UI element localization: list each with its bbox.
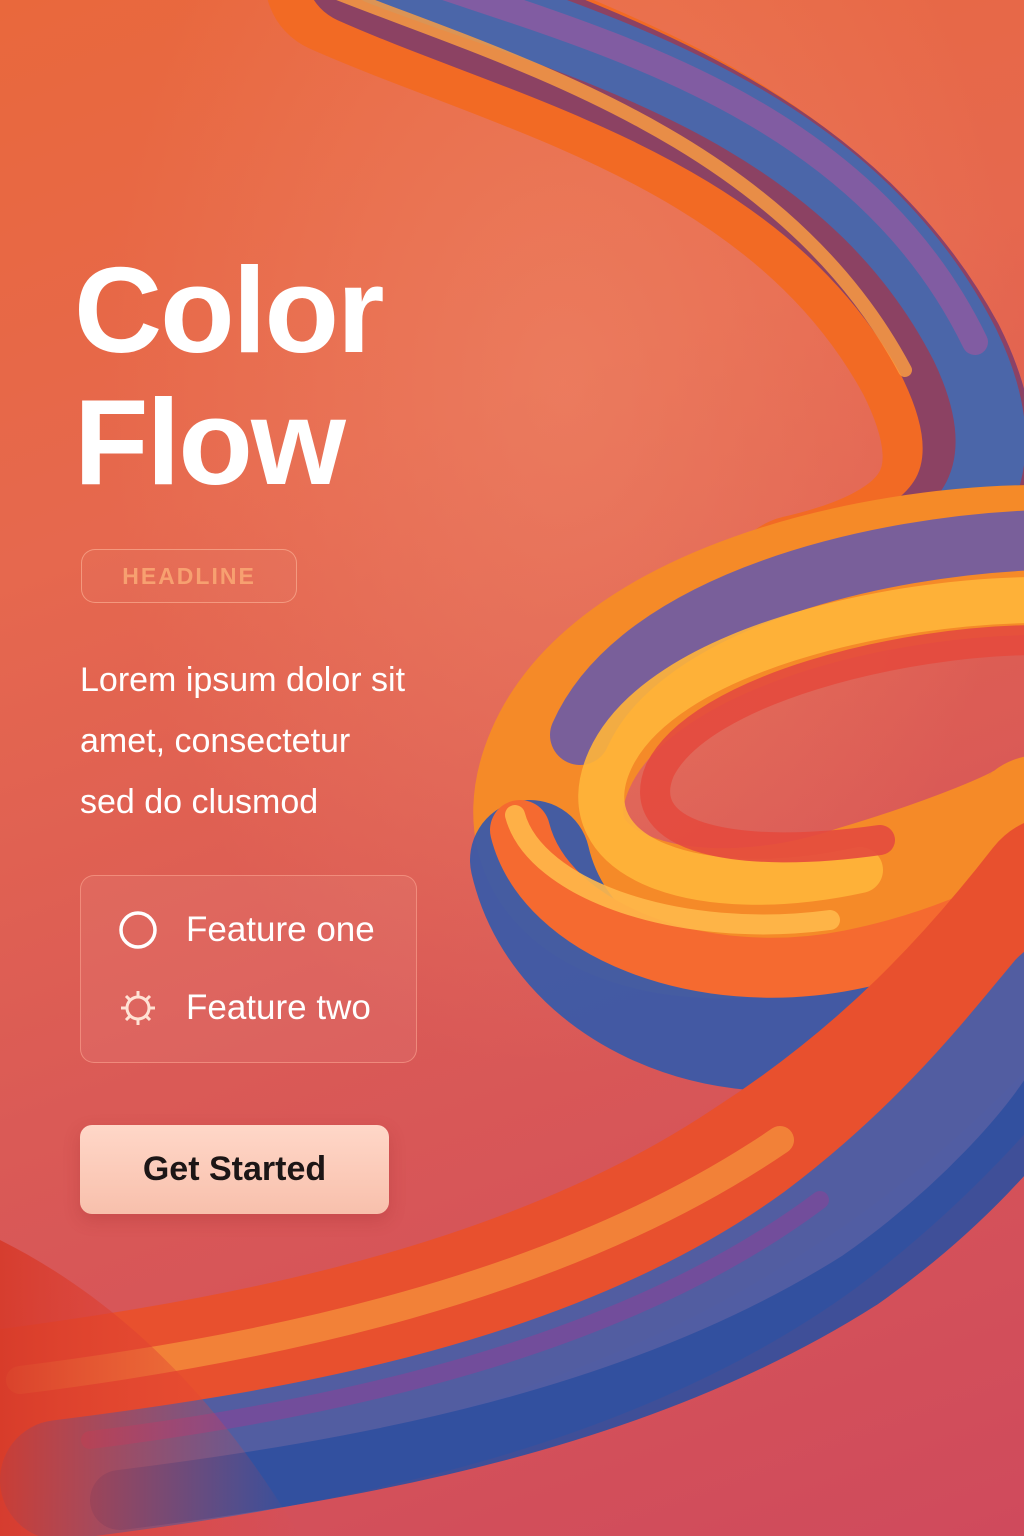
gear-icon: [121, 991, 155, 1025]
feature-label: Feature two: [186, 988, 371, 1027]
hero-title-line-2: Flow: [74, 374, 346, 510]
description-line: Lorem ipsum dolor sit: [80, 661, 406, 699]
feature-item-two: Feature two: [117, 987, 371, 1029]
description-line: amet, consectetur: [80, 722, 351, 760]
hero-description: Lorem ipsum dolor sit amet, consectetur …: [80, 650, 520, 833]
feature-item-one: Feature one: [117, 909, 375, 951]
get-started-button[interactable]: Get Started: [80, 1125, 389, 1214]
headline-badge: HEADLINE: [81, 549, 297, 603]
features-card: Feature one Feature two: [80, 875, 417, 1063]
description-line: sed do clusmod: [80, 783, 319, 821]
hero-title: Color Flow: [74, 242, 385, 510]
circle-icon: [119, 911, 157, 949]
hero-title-line-1: Color: [74, 242, 385, 378]
feature-label: Feature one: [186, 910, 375, 949]
